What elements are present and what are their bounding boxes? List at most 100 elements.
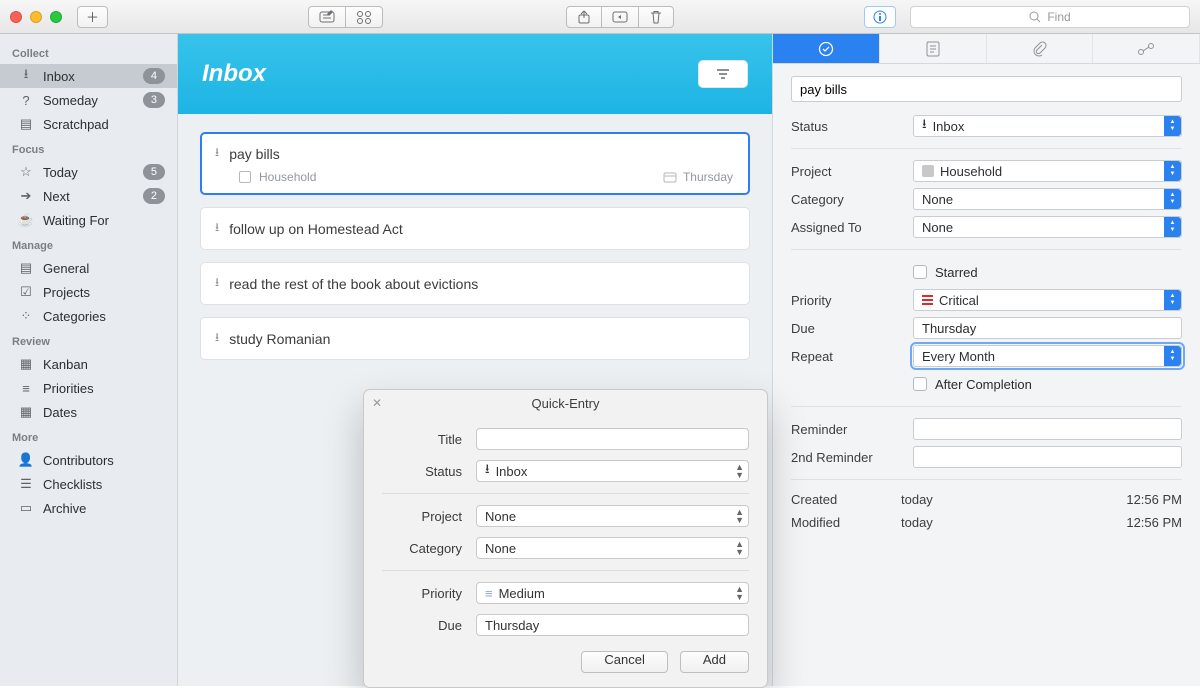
qe-add-button[interactable]: Add — [680, 651, 749, 673]
sidebar-item-inbox[interactable]: ⭳Inbox4 — [0, 64, 177, 88]
field-status[interactable]: ⭳Inbox — [913, 115, 1182, 137]
toolbar-quickentry-button[interactable] — [308, 6, 346, 28]
field-label-priority: Priority — [791, 293, 901, 308]
sidebar-item-kanban[interactable]: ▦Kanban — [0, 352, 177, 376]
priorities-icon: ≡ — [18, 380, 34, 396]
sidebar-item-checklists[interactable]: ☰Checklists — [0, 472, 177, 496]
sidebar-item-someday[interactable]: ?Someday3 — [0, 88, 177, 112]
toolbar-share-button[interactable] — [566, 6, 602, 28]
list-header: Inbox — [178, 34, 772, 114]
toolbar-archive-button[interactable] — [601, 6, 639, 28]
archive-arrow-icon — [612, 10, 628, 24]
qe-title-label: Title — [382, 432, 462, 447]
field-label-project: Project — [791, 164, 901, 179]
qe-priority-select[interactable]: ≡Medium▲▼ — [476, 582, 749, 604]
sidebar-item-archive[interactable]: ▭Archive — [0, 496, 177, 520]
field-label-assigned: Assigned To — [791, 220, 901, 235]
project-checkbox-icon — [239, 171, 251, 183]
note-icon — [926, 41, 940, 57]
field-category[interactable]: None — [913, 188, 1182, 210]
sidebar-item-waiting[interactable]: ☕Waiting For — [0, 208, 177, 232]
field-label-status: Status — [791, 119, 901, 134]
four-circles-icon — [356, 10, 372, 24]
value-created-date: today — [901, 492, 1126, 507]
close-window-button[interactable] — [10, 11, 22, 23]
kanban-icon: ▦ — [18, 356, 34, 372]
field-label-repeat: Repeat — [791, 349, 901, 364]
link-icon — [1137, 42, 1155, 56]
sidebar-item-priorities[interactable]: ≡Priorities — [0, 376, 177, 400]
field-due[interactable]: Thursday — [913, 317, 1182, 339]
archive-icon: ▭ — [18, 500, 34, 516]
contributors-icon: 👤 — [18, 452, 34, 468]
sidebar-item-general[interactable]: ▤General — [0, 256, 177, 280]
minimize-window-button[interactable] — [30, 11, 42, 23]
task-title: study Romanian — [229, 331, 330, 347]
field-repeat[interactable]: Every Month — [913, 345, 1182, 367]
sidebar: Collect ⭳Inbox4 ?Someday3 ▤Scratchpad Fo… — [0, 34, 178, 686]
task-title: read the rest of the book about eviction… — [229, 276, 478, 292]
field-project[interactable]: Household — [913, 160, 1182, 182]
task-row[interactable]: ⭳ pay bills Household Thursday — [200, 132, 750, 195]
sidebar-header-manage: Manage — [0, 232, 177, 256]
inbox-glyph-icon: ⭳ — [215, 328, 219, 349]
field-reminder[interactable] — [913, 418, 1182, 440]
qe-project-select[interactable]: None▲▼ — [476, 505, 749, 527]
sidebar-item-dates[interactable]: ▦Dates — [0, 400, 177, 424]
field-starred[interactable]: Starred — [913, 265, 1182, 280]
inbox-glyph-icon: ⭳ — [215, 218, 219, 239]
inspector-tab-links[interactable] — [1093, 34, 1200, 63]
task-project: Household — [259, 170, 316, 184]
inspector-tab-notes[interactable] — [880, 34, 987, 63]
inspector-title-input[interactable] — [791, 76, 1182, 102]
toolbar-info-button[interactable] — [864, 6, 896, 28]
qe-status-select[interactable]: ⭳Inbox▲▼ — [476, 460, 749, 482]
inbox-glyph-icon: ⭳ — [215, 273, 219, 294]
qe-category-label: Category — [382, 541, 462, 556]
list-title: Inbox — [202, 60, 266, 88]
sidebar-header-collect: Collect — [0, 40, 177, 64]
task-title: follow up on Homestead Act — [229, 221, 403, 237]
qe-category-select[interactable]: None▲▼ — [476, 537, 749, 559]
toolbar-delete-button[interactable] — [638, 6, 674, 28]
categories-icon: ⁘ — [18, 308, 34, 324]
sidebar-header-more: More — [0, 424, 177, 448]
sidebar-item-today[interactable]: ☆Today5 — [0, 160, 177, 184]
sidebar-item-contributors[interactable]: 👤Contributors — [0, 448, 177, 472]
task-row[interactable]: ⭳ follow up on Homestead Act — [200, 207, 750, 250]
filter-lines-icon — [715, 67, 731, 81]
qe-title-input[interactable] — [476, 428, 749, 450]
field-after-completion[interactable]: After Completion — [913, 377, 1182, 392]
qe-cancel-button[interactable]: Cancel — [581, 651, 667, 673]
zoom-window-button[interactable] — [50, 11, 62, 23]
sidebar-item-next[interactable]: ➔Next2 — [0, 184, 177, 208]
inbox-glyph-icon: ⭳ — [215, 143, 219, 164]
project-swatch-icon — [922, 165, 934, 177]
checklists-icon: ☰ — [18, 476, 34, 492]
qe-due-label: Due — [382, 618, 462, 633]
qe-due-input[interactable] — [476, 614, 749, 636]
inspector-tab-attachments[interactable] — [987, 34, 1094, 63]
sidebar-item-categories[interactable]: ⁘Categories — [0, 304, 177, 328]
field-priority[interactable]: Critical — [913, 289, 1182, 311]
inspector-tab-details[interactable] — [773, 34, 880, 63]
sidebar-header-review: Review — [0, 328, 177, 352]
task-row[interactable]: ⭳ read the rest of the book about evictio… — [200, 262, 750, 305]
sidebar-item-projects[interactable]: ☑Projects — [0, 280, 177, 304]
qe-project-label: Project — [382, 509, 462, 524]
field-label-reminder2: 2nd Reminder — [791, 450, 901, 465]
toolbar-search-field[interactable]: Find — [910, 6, 1190, 28]
search-placeholder: Find — [1047, 10, 1070, 24]
value-created-time: 12:56 PM — [1126, 492, 1182, 507]
sidebar-item-scratchpad[interactable]: ▤Scratchpad — [0, 112, 177, 136]
task-row[interactable]: ⭳ study Romanian — [200, 317, 750, 360]
list-filter-button[interactable] — [698, 60, 748, 88]
checkbox-icon — [913, 265, 927, 279]
dialog-close-button[interactable]: ✕ — [372, 396, 382, 410]
toolbar-plus-button[interactable]: ＋ — [77, 6, 108, 28]
main-list: Inbox ⭳ pay bills Household Thursday — [178, 34, 773, 686]
general-icon: ▤ — [18, 260, 34, 276]
field-reminder2[interactable] — [913, 446, 1182, 468]
toolbar-categories-button[interactable] — [345, 6, 383, 28]
field-assigned-to[interactable]: None — [913, 216, 1182, 238]
